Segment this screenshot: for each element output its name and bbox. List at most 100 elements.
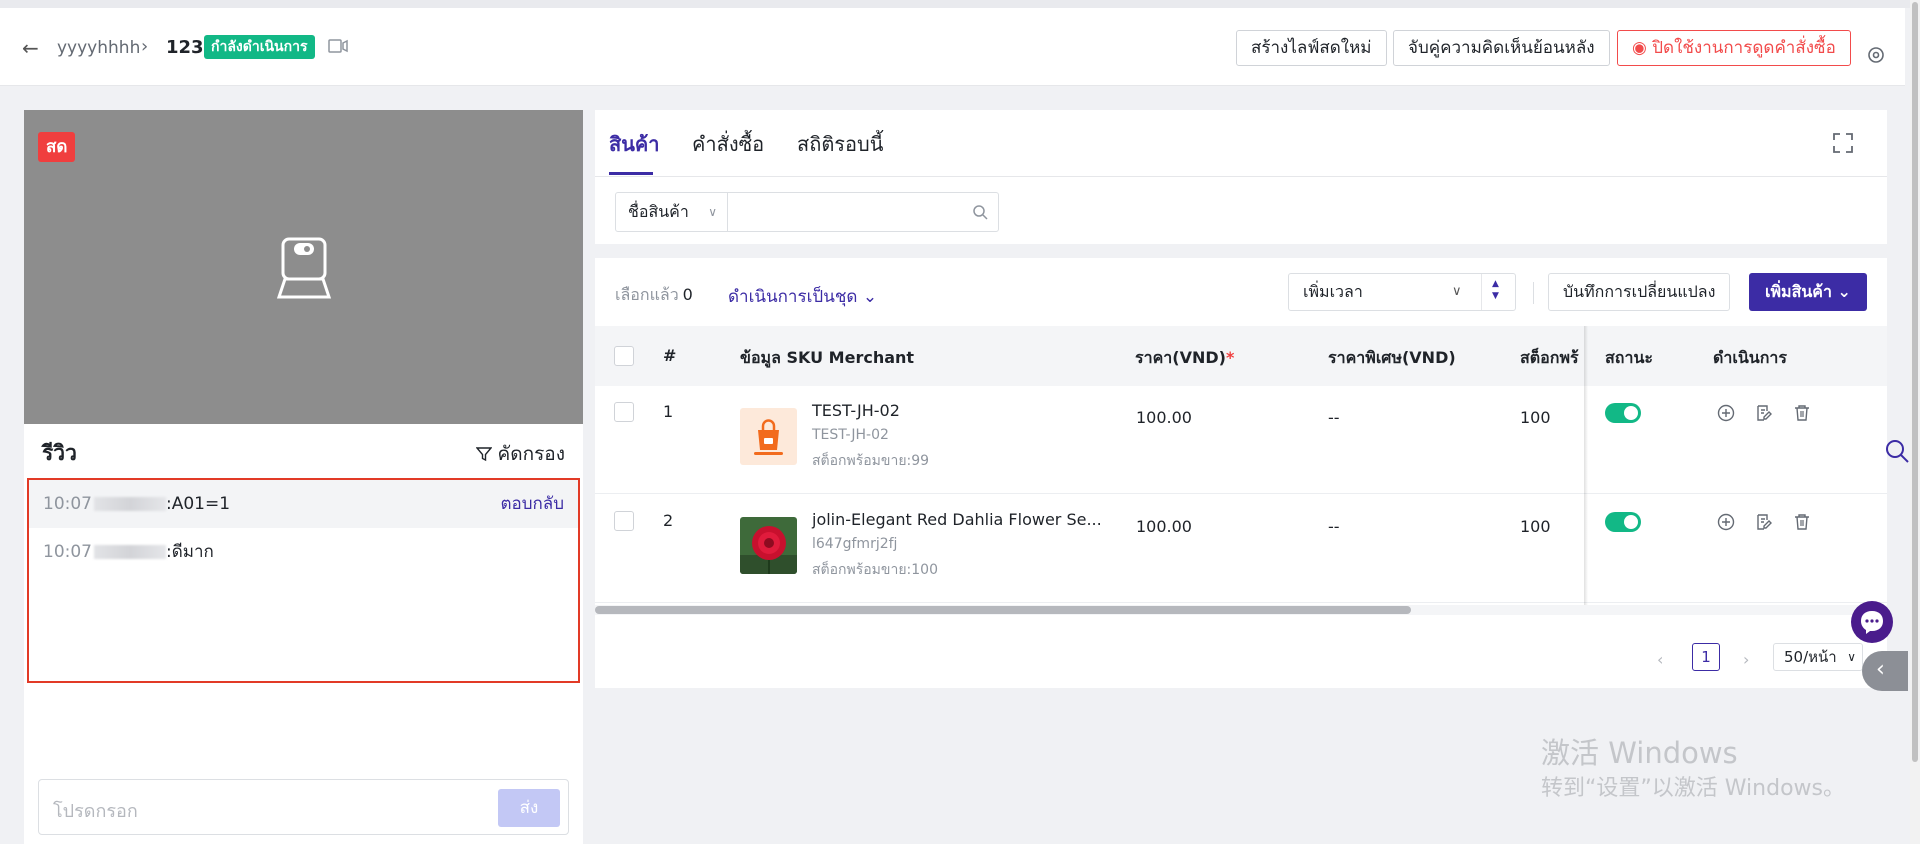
next-page-icon[interactable]: › [1743, 650, 1749, 669]
edit-icon[interactable] [1755, 513, 1773, 531]
product-stock[interactable]: 100 [1520, 408, 1551, 427]
bulk-action-label: ดำเนินการเป็นชุด [728, 287, 858, 307]
col-price: ราคา(VND)* [1135, 346, 1234, 371]
trash-icon[interactable] [1793, 513, 1811, 531]
comment-time: 10:07 [43, 542, 92, 562]
table-row: 1 TEST-JH-02 TEST-JH-02 สต็อกพร้อมขาย:99… [595, 386, 1887, 494]
product-table-panel: เลือกแล้ว 0 ดำเนินการเป็นชุด ⌄ เพิ่มเวลา … [595, 258, 1887, 688]
toolbar-divider [1533, 282, 1534, 304]
status-badge: กำลังดำเนินการ [204, 35, 315, 59]
row-index: 1 [663, 402, 674, 421]
breadcrumb-name[interactable]: yyyyhhhh [57, 38, 140, 58]
product-price[interactable]: 100.00 [1136, 408, 1192, 427]
col-special-price: ราคาพิเศษ(VND) [1328, 348, 1456, 367]
add-product-button[interactable]: เพิ่มสินค้า ⌄ [1749, 273, 1867, 311]
bulk-action-dropdown[interactable]: ดำเนินการเป็นชุด ⌄ [728, 283, 877, 310]
record-changes-button[interactable]: บันทึกการเปลี่ยนแปลง [1548, 273, 1731, 311]
video-preview: สด [24, 110, 583, 424]
match-feedback-button[interactable]: จับคู่ความคิดเห็นย้อนหลัง [1393, 30, 1610, 66]
windows-watermark-title: 激活 Windows [1541, 736, 1738, 770]
vertical-scrollbar-thumb[interactable] [1912, 2, 1918, 762]
collapse-side-panel-button[interactable]: ‹ [1862, 651, 1908, 691]
flower-image [740, 517, 797, 574]
product-available-stock: สต็อกพร้อมขาย:100 [812, 562, 938, 578]
product-price[interactable]: 100.00 [1136, 517, 1192, 536]
product-special-price[interactable]: -- [1328, 408, 1340, 427]
comment-item: 10:07 :A01=1 ตอบกลับ [29, 480, 578, 528]
session-id: 123 [166, 37, 204, 58]
product-thumbnail [740, 517, 797, 574]
product-stock[interactable]: 100 [1520, 517, 1551, 536]
search-field-select[interactable]: ชื่อสินค้า ∨ [615, 192, 728, 232]
search-icon[interactable] [1884, 438, 1910, 464]
status-toggle[interactable] [1605, 403, 1641, 423]
current-page[interactable]: 1 [1692, 643, 1720, 671]
col-stock: สต็อกพร้ [1520, 348, 1579, 367]
tab-orders[interactable]: คำสั่งซื้อ [692, 128, 764, 160]
trash-icon[interactable] [1793, 404, 1811, 422]
product-name: jolin-Elegant Red Dahlia Flower Se... [812, 510, 1102, 529]
comment-text: :A01=1 [166, 494, 231, 514]
col-price-label: ราคา(VND) [1135, 348, 1226, 367]
time-select[interactable]: เพิ่มเวลา ∨ ▲ ▼ [1288, 273, 1516, 311]
page-size-select[interactable]: 50/หน้า ∨ [1773, 643, 1863, 671]
tab-products[interactable]: สินค้า [609, 128, 660, 160]
comment-input-placeholder: โปรดกรอก [53, 801, 138, 822]
required-mark: * [1225, 348, 1235, 367]
chat-bubble-button[interactable] [1851, 601, 1893, 643]
vertical-scrollbar[interactable] [1910, 0, 1920, 844]
tab-statistics[interactable]: สถิติรอบนี้ [797, 128, 883, 160]
prev-page-icon[interactable]: ‹ [1657, 650, 1663, 669]
select-divider [1481, 274, 1482, 310]
live-panel: สด รีวิว คัดกรอง 10:07 :A01=1 ตอบกลับ 10… [24, 110, 583, 844]
product-sku: l647gfmrj2fj [812, 536, 898, 552]
settings-icon[interactable] [1866, 45, 1886, 65]
status-toggle[interactable] [1605, 512, 1641, 532]
top-strip [0, 0, 1920, 8]
filter-button[interactable]: คัดกรอง [475, 439, 565, 469]
horizontal-scrollbar-thumb[interactable] [595, 606, 1411, 614]
search-input[interactable] [727, 192, 999, 232]
comment-time: 10:07 [43, 494, 92, 514]
selected-label: เลือกแล้ว [615, 285, 679, 304]
comment-input[interactable]: โปรดกรอก ส่ง [38, 779, 569, 835]
tab-divider [595, 176, 1887, 177]
product-thumbnail [740, 408, 797, 465]
reply-link[interactable]: ตอบกลับ [500, 480, 564, 528]
fullscreen-icon[interactable] [1832, 132, 1854, 154]
disable-order-pull-button[interactable]: ◉ ปิดใช้งานการดูดคำสั่งซื้อ [1617, 30, 1851, 66]
product-tabs-panel: สินค้า คำสั่งซื้อ สถิติรอบนี้ ชื่อสินค้า… [595, 110, 1887, 244]
stepper-icon[interactable]: ▲ ▼ [1492, 278, 1499, 302]
selected-number: 0 [682, 285, 693, 304]
product-name: TEST-JH-02 [812, 401, 900, 420]
selected-count: เลือกแล้ว 0 [615, 283, 693, 308]
edit-icon[interactable] [1755, 404, 1773, 422]
reviews-title: รีวิว [42, 441, 77, 465]
filter-icon [475, 447, 492, 462]
live-badge: สด [38, 132, 76, 162]
page-header: ← yyyyhhhh › 123 กำลังดำเนินการ สร้างไลฟ… [0, 8, 1905, 86]
record-icon: ◉ [1632, 38, 1653, 58]
page-size-value: 50/หน้า [1784, 648, 1837, 666]
send-button[interactable]: ส่ง [498, 789, 560, 827]
product-sku: TEST-JH-02 [812, 427, 889, 443]
row-checkbox[interactable] [614, 402, 634, 422]
select-all-checkbox[interactable] [614, 346, 634, 366]
chevron-down-icon: ⌄ [862, 287, 878, 307]
chevron-down-icon: ⌄ [1837, 282, 1851, 301]
add-circle-icon[interactable] [1717, 513, 1735, 531]
chevron-down-icon: ∨ [708, 205, 717, 219]
add-circle-icon[interactable] [1717, 404, 1735, 422]
chevron-down-icon: ∨ [1847, 650, 1856, 664]
product-available-stock: สต็อกพร้อมขาย:99 [812, 453, 930, 469]
time-select-value: เพิ่มเวลา [1303, 282, 1363, 301]
create-live-button[interactable]: สร้างไลฟ์สดใหม่ [1236, 30, 1387, 66]
comment-text: :ดีมาก [166, 542, 214, 562]
search-icon [973, 205, 988, 220]
product-special-price[interactable]: -- [1328, 517, 1340, 536]
video-icon[interactable] [328, 38, 348, 54]
arrow-left-icon[interactable]: ← [22, 36, 39, 60]
disable-order-pull-label: ปิดใช้งานการดูดคำสั่งซื้อ [1652, 38, 1836, 58]
row-index: 2 [663, 511, 674, 530]
row-checkbox[interactable] [614, 511, 634, 531]
